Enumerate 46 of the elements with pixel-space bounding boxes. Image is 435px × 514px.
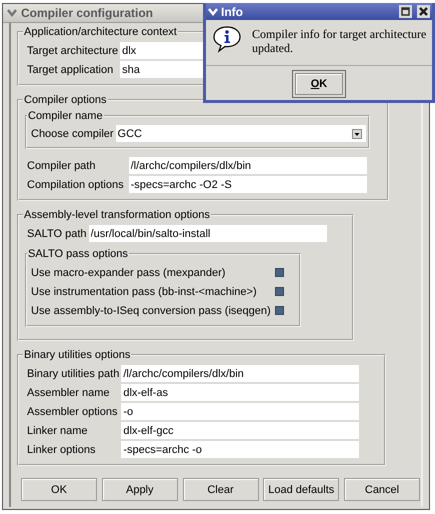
ok-button[interactable]: OK	[295, 73, 343, 95]
input-field[interactable]: /l/archc/compilers/dlx/bin	[121, 365, 360, 382]
checkbox[interactable]	[274, 287, 284, 296]
field-label: Assembler options	[27, 406, 118, 418]
field-label: Compiler path	[27, 160, 96, 172]
dialog-button[interactable]: Cancel	[344, 478, 420, 501]
input-field[interactable]: /l/archc/compilers/dlx/bin	[128, 157, 367, 174]
dialog-button[interactable]: OK	[21, 478, 97, 501]
input-field[interactable]: dlx-elf-as	[121, 384, 360, 401]
field-label: Linker name	[27, 424, 89, 436]
compiler-dropdown[interactable]: GCC	[116, 125, 366, 142]
field-label: Target architecture	[27, 44, 120, 56]
input-field[interactable]: -specs=archc -O2 -S	[128, 176, 367, 193]
checkbox[interactable]	[274, 268, 284, 277]
group-title: Compiler options	[23, 94, 108, 106]
checkbox-label: Use macro-expander pass (mexpander)	[31, 266, 226, 278]
field-label: Compilation options	[27, 178, 125, 190]
field-label: Binary utilities path	[27, 368, 120, 380]
chevron-icon	[7, 9, 17, 17]
dialog-button[interactable]: Clear	[182, 478, 258, 501]
group-title: Application/architecture context	[23, 26, 178, 38]
checkbox[interactable]	[274, 306, 284, 315]
input-field[interactable]: /usr/local/bin/salto-install	[88, 225, 327, 242]
group-title: Binary utilities options	[23, 349, 132, 361]
message-text: Compiler info for target architecture updated.	[252, 27, 428, 55]
input-field[interactable]: dlx-elf-gcc	[121, 422, 360, 439]
window-title: Compiler configuration	[21, 6, 153, 20]
dialog-button[interactable]: Load defaults	[263, 478, 340, 501]
field-label: Assembler name	[27, 386, 111, 398]
group-title: Assembly-level transformation options	[23, 209, 211, 221]
field-label: Choose compiler	[31, 128, 115, 140]
field-label: Target application	[27, 64, 114, 76]
group-title: Compiler name	[27, 110, 104, 122]
info-icon	[212, 25, 242, 53]
input-field[interactable]: -specs=archc -o	[121, 441, 360, 458]
dialog-button[interactable]: Apply	[102, 478, 178, 501]
window-title: Info	[221, 4, 243, 18]
checkbox-label: Use instrumentation pass (bb-inst-<machine>)	[31, 286, 258, 298]
maximize-icon	[399, 5, 412, 18]
input-field[interactable]: -o	[121, 403, 360, 420]
close-icon	[417, 5, 430, 18]
field-label: Linker options	[27, 444, 96, 456]
checkbox-label: Use assembly-to-ISeq conversion pass (iseqgen)	[31, 304, 272, 316]
group-title: SALTO pass options	[27, 248, 129, 260]
field-label: SALTO path	[27, 228, 88, 240]
chevron-icon	[208, 8, 218, 16]
